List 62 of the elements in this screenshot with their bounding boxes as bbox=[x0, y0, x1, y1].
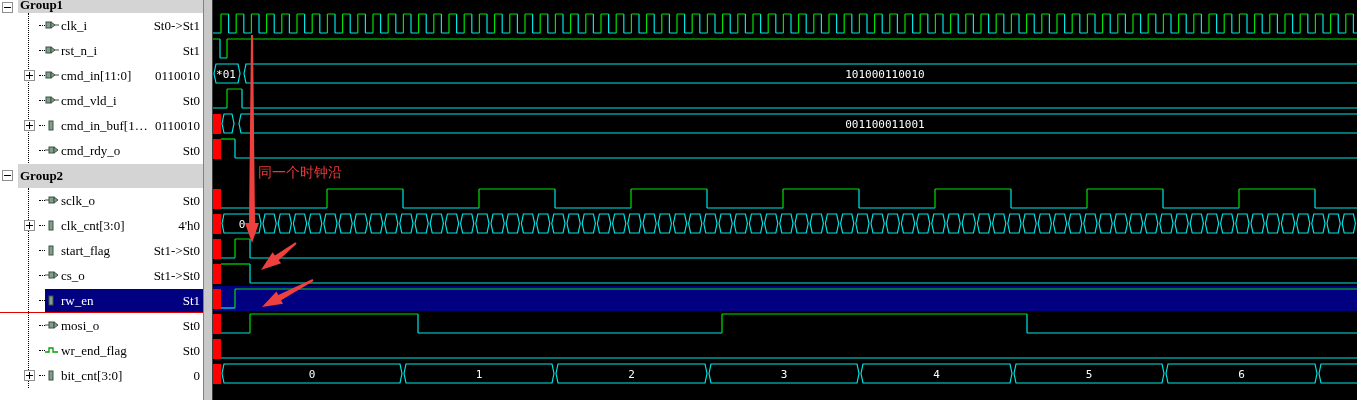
signal-value: 0110010 bbox=[154, 117, 200, 134]
expand-button[interactable] bbox=[24, 120, 35, 131]
expand-button[interactable] bbox=[24, 370, 35, 381]
signal-name: mosi_o bbox=[61, 317, 101, 334]
signal-value: St0 bbox=[182, 92, 200, 109]
pulse-icon bbox=[45, 345, 59, 356]
bus-value: 0 bbox=[308, 367, 316, 381]
output-port-icon bbox=[45, 145, 59, 156]
group-header[interactable]: Group1 bbox=[18, 0, 203, 13]
output-port-icon bbox=[45, 270, 59, 281]
signal-name: wr_end_flag bbox=[61, 342, 128, 359]
group-header[interactable]: Group2 bbox=[18, 163, 203, 188]
signal-value: St0->St1 bbox=[153, 17, 200, 34]
signal-value: St1 bbox=[182, 292, 200, 309]
arrow-icon bbox=[245, 35, 259, 243]
signal-name: cmd_vld_i bbox=[61, 92, 118, 109]
signal-name: rw_en bbox=[61, 292, 95, 309]
input-port-icon bbox=[45, 95, 59, 106]
bus-value: 5 bbox=[1085, 367, 1093, 381]
signal-name: clk_cnt[3:0] bbox=[61, 217, 126, 234]
signal-name: clk_i bbox=[61, 17, 88, 34]
signal-value: St0 bbox=[182, 342, 200, 359]
signal-value: St1->St0 bbox=[153, 242, 200, 259]
input-port-icon bbox=[45, 20, 59, 31]
signal-name: cs_o bbox=[61, 267, 86, 284]
bus-value: 2 bbox=[628, 367, 635, 381]
signal-value: St0 bbox=[182, 142, 200, 159]
output-port-icon bbox=[45, 320, 59, 331]
signal-value: 0 bbox=[193, 367, 200, 384]
expand-button[interactable] bbox=[24, 70, 35, 81]
bus-value: 0 bbox=[238, 217, 246, 231]
bus-value: 1 bbox=[475, 367, 483, 381]
signal-name: cmd_in[11:0] bbox=[61, 67, 133, 84]
expand-button[interactable] bbox=[24, 220, 35, 231]
bus-value: 6 bbox=[1238, 367, 1245, 381]
bus-value: 4 bbox=[933, 367, 940, 381]
collapse-button[interactable] bbox=[2, 170, 13, 181]
bus-value: 101000110010 bbox=[845, 67, 925, 81]
bus-value: *01 bbox=[216, 67, 236, 81]
annotation-text: 同一个时钟沿 bbox=[258, 164, 342, 182]
collapse-button[interactable] bbox=[2, 2, 13, 13]
input-port-icon bbox=[45, 70, 59, 81]
bus-value: 3 bbox=[780, 367, 788, 381]
arrow-icon bbox=[262, 279, 314, 307]
signal-value: St1 bbox=[182, 42, 200, 59]
signal-value: 0110010 bbox=[154, 67, 200, 84]
signal-value: St0 bbox=[182, 317, 200, 334]
signal-name: start_flag bbox=[61, 242, 112, 259]
bus-value: 001100011001 bbox=[845, 117, 925, 131]
signal-name: rst_n_i bbox=[61, 42, 99, 59]
signal-name: sclk_o bbox=[61, 192, 96, 209]
signal-value: St0 bbox=[182, 192, 200, 209]
signal-value: 4'h0 bbox=[178, 217, 200, 234]
signal-name: bit_cnt[3:0] bbox=[61, 367, 124, 384]
output-port-icon bbox=[45, 195, 59, 206]
splitter[interactable] bbox=[203, 0, 213, 400]
signal-value: St1->St0 bbox=[153, 267, 200, 284]
input-port-icon bbox=[45, 45, 59, 56]
signal-name: cmd_in_buf[1… bbox=[61, 117, 149, 134]
arrow-icon bbox=[261, 242, 297, 270]
signal-name: cmd_rdy_o bbox=[61, 142, 122, 159]
signal-row[interactable]: rw_en St1 bbox=[45, 288, 203, 313]
